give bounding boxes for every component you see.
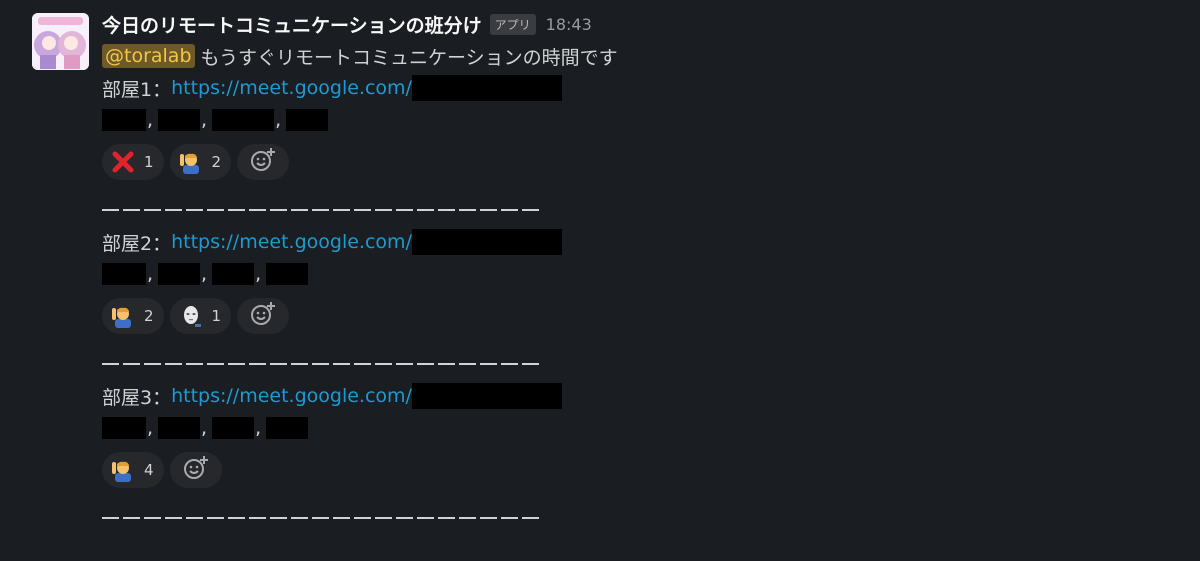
reaction-count: 1: [211, 307, 222, 325]
add-reaction-button[interactable]: [237, 298, 290, 334]
cross-mark-icon: [111, 150, 135, 174]
room-label: 部屋3：: [102, 386, 172, 409]
reaction-raising-hand[interactable]: 2: [169, 144, 232, 180]
room-line: 部屋3： https://meet.google.com/: [102, 380, 1182, 412]
member-names: , , ,: [102, 258, 1182, 290]
separator-line: [102, 194, 1182, 226]
redacted-url: [411, 229, 562, 255]
redacted-url: [411, 383, 562, 409]
message[interactable]: 今日のリモートコミュニケーションの班分け アプリ 18:43 @toralab …: [0, 0, 1200, 561]
redacted-name: [102, 263, 146, 285]
redacted-name: [158, 417, 201, 439]
comma: ,: [147, 109, 154, 131]
reaction-count: 4: [144, 461, 154, 479]
reaction-face-avatar[interactable]: 1: [169, 298, 232, 334]
app-badge: アプリ: [489, 13, 536, 35]
redacted-name: [212, 417, 255, 439]
reactions-bar: 2 1: [102, 298, 1182, 334]
member-names: , , ,: [102, 104, 1182, 136]
reaction-count: 2: [211, 153, 222, 171]
separator-line: [102, 502, 1182, 534]
person-raising-hand-icon: [111, 458, 135, 482]
person-raising-hand-icon: [179, 150, 203, 174]
user-mention[interactable]: @toralab: [102, 44, 195, 68]
face-avatar-icon: [179, 304, 203, 328]
intro-text: もうすぐリモートコミュニケーションの時間です: [200, 46, 618, 69]
meet-link[interactable]: https://meet.google.com/: [171, 385, 412, 407]
redacted-name: [102, 109, 146, 131]
redacted-url: [411, 75, 562, 101]
meet-link[interactable]: https://meet.google.com/: [171, 231, 412, 253]
comma: ,: [147, 417, 154, 439]
add-emoji-icon: [250, 147, 276, 177]
add-reaction-button[interactable]: [237, 144, 290, 180]
redacted-name: [212, 109, 275, 131]
room-label: 部屋1：: [102, 78, 172, 101]
reactions-bar: 1 2: [102, 144, 1182, 180]
add-reaction-button[interactable]: [169, 452, 222, 488]
comma: ,: [147, 263, 154, 285]
comma: ,: [201, 417, 208, 439]
intro-line: @toralab もうすぐリモートコミュニケーションの時間です: [102, 40, 1182, 72]
room-label: 部屋2：: [102, 232, 172, 255]
reaction-cross-mark[interactable]: 1: [102, 144, 164, 180]
bot-avatar[interactable]: [32, 13, 89, 70]
comma: ,: [275, 109, 282, 131]
comma: ,: [255, 417, 262, 439]
reaction-count: 2: [144, 307, 154, 325]
sender-name[interactable]: 今日のリモートコミュニケーションの班分け: [102, 11, 482, 38]
add-emoji-icon: [183, 455, 209, 485]
timestamp[interactable]: 18:43: [546, 15, 592, 34]
redacted-name: [158, 109, 201, 131]
person-raising-hand-icon: [111, 304, 135, 328]
redacted-name: [266, 417, 309, 439]
redacted-name: [266, 263, 309, 285]
room-line: 部屋2： https://meet.google.com/: [102, 226, 1182, 258]
add-emoji-icon: [250, 301, 276, 331]
separator-line: [102, 348, 1182, 380]
meet-link[interactable]: https://meet.google.com/: [171, 77, 412, 99]
reaction-raising-hand[interactable]: 2: [102, 298, 164, 334]
redacted-name: [212, 263, 255, 285]
comma: ,: [201, 109, 208, 131]
reaction-count: 1: [144, 153, 154, 171]
redacted-name: [102, 417, 146, 439]
redacted-name: [158, 263, 201, 285]
reactions-bar: 4: [102, 452, 1182, 488]
reaction-raising-hand[interactable]: 4: [102, 452, 164, 488]
comma: ,: [201, 263, 208, 285]
room-line: 部屋1： https://meet.google.com/: [102, 72, 1182, 104]
redacted-name: [286, 109, 329, 131]
member-names: , , ,: [102, 412, 1182, 444]
comma: ,: [255, 263, 262, 285]
